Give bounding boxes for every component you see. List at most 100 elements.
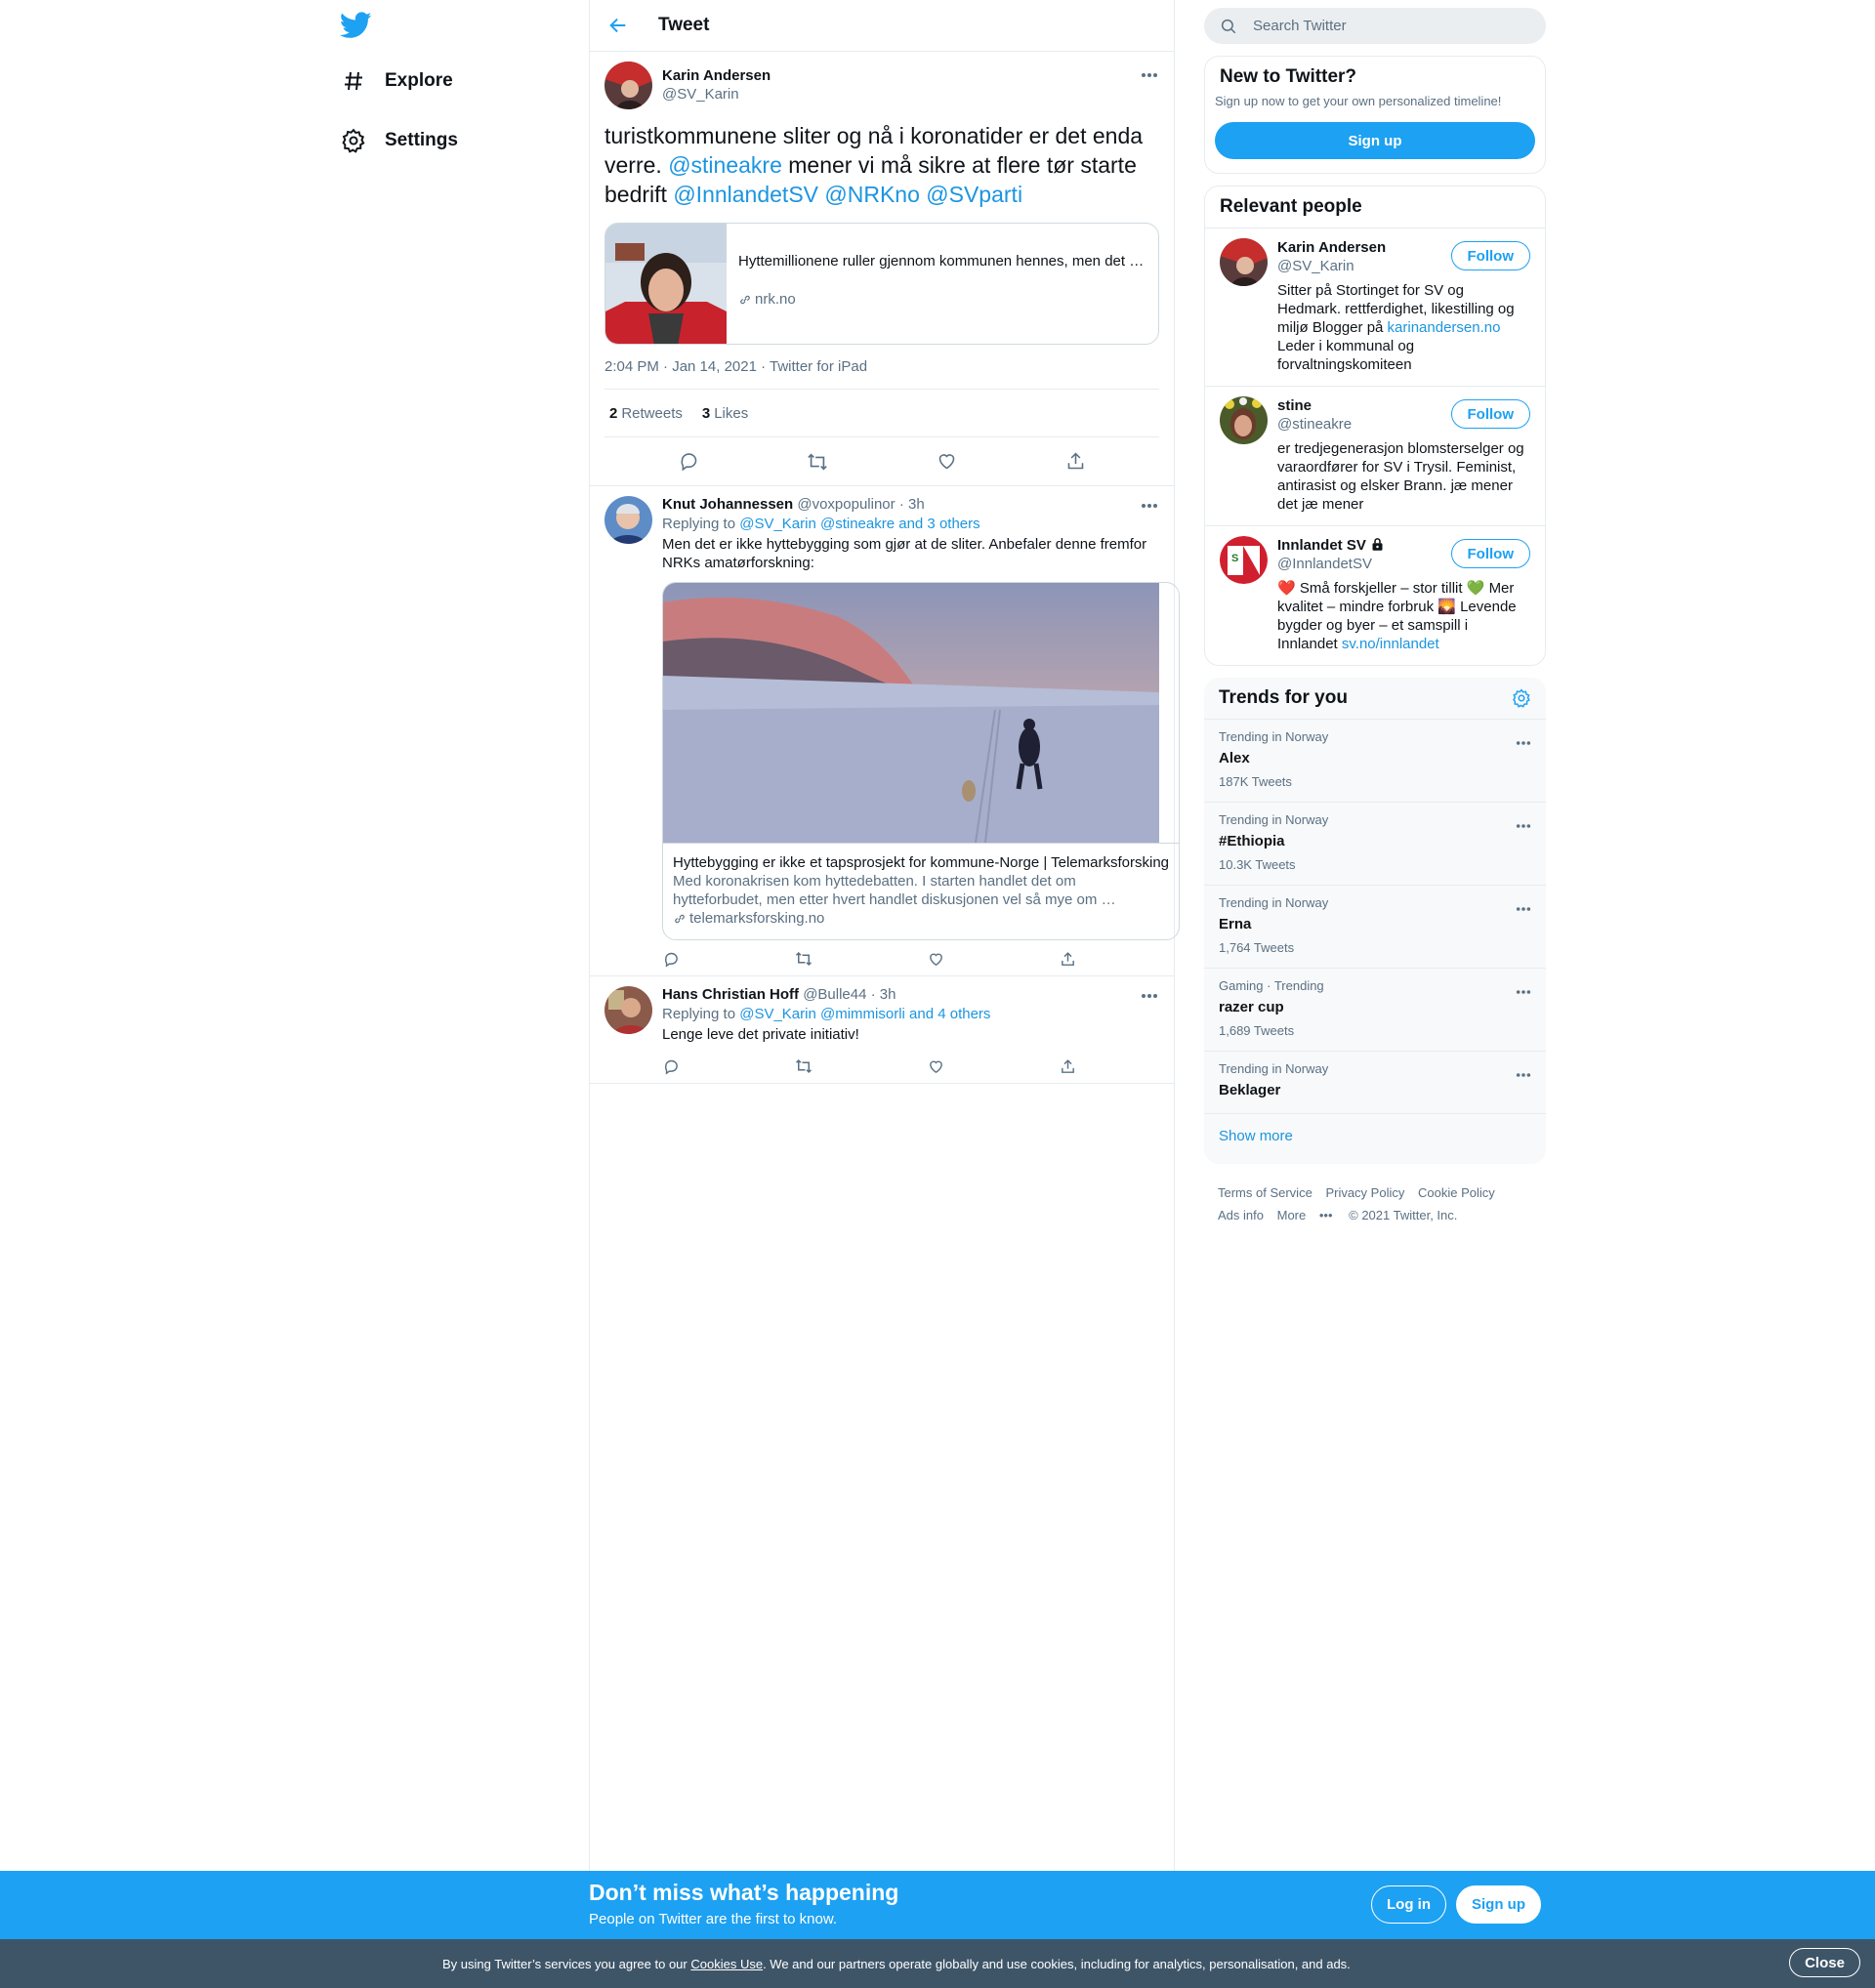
mention-link[interactable]: @NRKno	[824, 182, 920, 207]
nav-explore[interactable]: Explore	[340, 62, 453, 101]
reply-icon[interactable]	[678, 451, 699, 473]
trend-item[interactable]: Trending in Norway Erna 1,764 Tweets	[1204, 885, 1546, 968]
more-link-label: More	[1276, 1208, 1307, 1222]
more-options-icon[interactable]	[1140, 496, 1159, 516]
signup-button[interactable]: Sign up	[1456, 1885, 1541, 1924]
back-arrow-icon[interactable]	[607, 15, 629, 36]
card-title: Hyttebygging er ikke et tapsprosjekt for…	[673, 854, 1170, 871]
like-icon[interactable]	[936, 451, 957, 473]
person-name-text: Innlandet SV	[1277, 537, 1366, 554]
twitter-logo-icon[interactable]	[339, 12, 372, 39]
retweet-icon[interactable]	[807, 451, 828, 473]
avatar[interactable]	[604, 496, 652, 544]
follow-button[interactable]: Follow	[1450, 241, 1530, 270]
tweet-timestamp[interactable]: 2:04 PM · Jan 14, 2021	[604, 358, 757, 375]
mention-link[interactable]: @SVparti	[926, 182, 1022, 207]
trend-context: Gaming · Trending	[1219, 978, 1324, 993]
cookies-use-link[interactable]: Cookies Use	[690, 1957, 763, 1971]
more-link[interactable]: More •••	[1277, 1208, 1343, 1222]
follow-button[interactable]: Follow	[1450, 399, 1530, 429]
likes-stat[interactable]: 3 Likes	[702, 405, 748, 422]
nav-settings[interactable]: Settings	[340, 121, 458, 160]
main-column: Tweet Karin Andersen @SV_Karin turistkom…	[589, 0, 1181, 1871]
more-options-icon[interactable]	[1516, 816, 1531, 834]
follow-button[interactable]: Follow	[1450, 539, 1530, 568]
avatar[interactable]	[604, 986, 652, 1034]
like-icon[interactable]	[927, 1057, 944, 1075]
card-domain: nrk.no	[738, 291, 1148, 308]
replying-to-mentions[interactable]: @SV_Karin @mimmisorli and 4 others	[739, 1006, 990, 1022]
author-handle[interactable]: @SV_Karin	[662, 86, 771, 103]
bio-link[interactable]: karinandersen.no	[1388, 319, 1501, 336]
login-button[interactable]: Log in	[1371, 1885, 1446, 1924]
replying-to-mentions[interactable]: @SV_Karin @stineakre and 3 others	[739, 516, 979, 532]
gear-icon[interactable]	[1512, 688, 1531, 708]
retweet-icon[interactable]	[795, 1057, 812, 1075]
link-card[interactable]: Hyttebygging er ikke et tapsprosjekt for…	[662, 582, 1181, 940]
privacy-link[interactable]: Privacy Policy	[1325, 1185, 1404, 1200]
relevant-people-title: Relevant people	[1220, 196, 1362, 217]
reply-icon[interactable]	[662, 1057, 680, 1075]
trend-name: Erna	[1219, 916, 1252, 932]
reply-tweet[interactable]: Knut Johannessen @voxpopulinor · 3h Repl…	[590, 486, 1181, 976]
reply-author-name[interactable]: Hans Christian Hoff	[662, 986, 799, 1003]
share-icon[interactable]	[1064, 451, 1086, 473]
avatar[interactable]: S	[1220, 536, 1268, 584]
more-options-icon[interactable]	[1516, 982, 1531, 1000]
show-more-link[interactable]: Show more	[1204, 1113, 1546, 1164]
reply-author-handle[interactable]: @Bulle44	[803, 986, 866, 1003]
reply-author-name[interactable]: Knut Johannessen	[662, 496, 793, 513]
close-button[interactable]: Close	[1789, 1948, 1860, 1977]
more-options-icon[interactable]	[1516, 733, 1531, 751]
replying-to-label: Replying to	[662, 1006, 736, 1022]
share-icon[interactable]	[1060, 1057, 1077, 1075]
tweet-source[interactable]: Twitter for iPad	[770, 358, 867, 375]
reply-time[interactable]: · 3h	[899, 496, 925, 513]
gear-icon	[340, 127, 367, 154]
reply-tweet[interactable]: Hans Christian Hoff @Bulle44 · 3h Replyi…	[590, 976, 1174, 1084]
tos-link[interactable]: Terms of Service	[1218, 1185, 1312, 1200]
retweet-icon[interactable]	[795, 950, 812, 968]
reply-actions	[662, 950, 1077, 968]
person-item[interactable]: S Innlandet SV @InnlandetSV ❤️ Små forsk…	[1205, 525, 1545, 665]
more-options-icon[interactable]	[1140, 986, 1159, 1006]
trend-count: 187K Tweets	[1219, 774, 1292, 789]
avatar[interactable]	[1220, 396, 1268, 444]
mention-link[interactable]: @InnlandetSV	[673, 182, 818, 207]
author-name[interactable]: Karin Andersen	[662, 67, 771, 84]
cookie-policy-link[interactable]: Cookie Policy	[1418, 1185, 1495, 1200]
trend-item[interactable]: Gaming · Trending razer cup 1,689 Tweets	[1204, 968, 1546, 1051]
more-options-icon[interactable]	[1516, 899, 1531, 917]
trend-item[interactable]: Trending in Norway Alex 187K Tweets	[1204, 719, 1546, 802]
card-thumbnail	[605, 224, 727, 344]
mention-link[interactable]: @stineakre	[668, 152, 782, 178]
sidebar-signup-button[interactable]: Sign up	[1215, 122, 1535, 159]
new-to-twitter-box: New to Twitter? Sign up now to get your …	[1204, 56, 1546, 174]
page-header: Tweet	[590, 0, 1174, 52]
more-options-icon[interactable]	[1516, 1065, 1531, 1083]
reply-time[interactable]: · 3h	[871, 986, 896, 1003]
search-input[interactable]: Search Twitter	[1204, 8, 1546, 44]
person-item[interactable]: stine @stineakre er tredjegenerasjon blo…	[1205, 386, 1545, 525]
avatar[interactable]	[604, 62, 652, 109]
new-box-description: Sign up now to get your own personalized…	[1215, 94, 1502, 108]
share-icon[interactable]	[1060, 950, 1077, 968]
search-icon	[1220, 18, 1237, 35]
reply-author-handle[interactable]: @voxpopulinor	[797, 496, 895, 513]
trend-item[interactable]: Trending in Norway Beklager	[1204, 1051, 1546, 1113]
more-options-icon[interactable]	[1140, 65, 1159, 85]
like-icon[interactable]	[927, 950, 944, 968]
banner-title: Don’t miss what’s happening	[589, 1880, 899, 1905]
person-item[interactable]: Karin Andersen @SV_Karin Sitter på Stort…	[1205, 228, 1545, 386]
hashtag-icon	[340, 67, 367, 95]
avatar[interactable]	[1220, 238, 1268, 286]
trend-item[interactable]: Trending in Norway #Ethiopia 10.3K Tweet…	[1204, 802, 1546, 885]
cookie-bar: By using Twitter’s services you agree to…	[0, 1939, 1875, 1988]
bio-link[interactable]: sv.no/innlandet	[1342, 636, 1439, 652]
ads-info-link[interactable]: Ads info	[1218, 1208, 1264, 1222]
reply-icon[interactable]	[662, 950, 680, 968]
retweets-stat[interactable]: 2 Retweets	[609, 405, 683, 422]
link-card[interactable]: Hyttemillionene ruller gjennom kommunen …	[604, 223, 1159, 345]
trend-context: Trending in Norway	[1219, 812, 1329, 827]
tweet-actions	[604, 437, 1159, 485]
